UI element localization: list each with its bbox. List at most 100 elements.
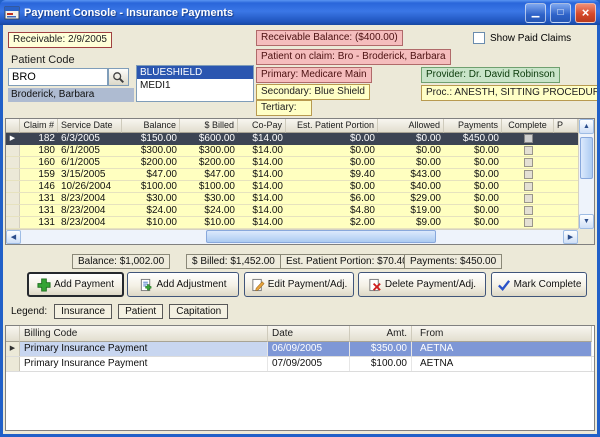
payment-row[interactable]: Primary Insurance Payment 06/09/2005 $35… <box>6 342 594 357</box>
cell-est-patient-portion: $0.00 <box>286 133 378 144</box>
cell-est-patient-portion: $4.80 <box>286 205 378 216</box>
app-icon[interactable] <box>4 5 20 21</box>
complete-checkbox[interactable] <box>524 170 533 179</box>
insurance-option[interactable]: MEDI1 <box>137 79 253 92</box>
cell-partial <box>554 205 578 216</box>
patient-code-input[interactable] <box>8 68 108 86</box>
cell-est-patient-portion: $2.00 <box>286 217 378 228</box>
claims-row[interactable]: 159 3/15/2005 $47.00 $47.00 $14.00 $9.40… <box>6 169 578 181</box>
cell-claim: 131 <box>20 193 58 204</box>
claims-row[interactable]: 131 8/23/2004 $24.00 $24.00 $14.00 $4.80… <box>6 205 578 217</box>
cell-allowed: $43.00 <box>378 169 444 180</box>
col-complete[interactable]: Complete <box>502 119 554 133</box>
col-copay[interactable]: Co-Pay <box>238 119 286 133</box>
cell-partial <box>554 217 578 228</box>
mark-complete-button[interactable]: Mark Complete <box>491 272 587 297</box>
title-bar[interactable]: Payment Console - Insurance Payments ▁ □… <box>0 0 600 25</box>
horizontal-scroll-thumb[interactable] <box>206 230 436 243</box>
col-billing-code[interactable]: Billing Code <box>20 326 268 342</box>
payment-row[interactable]: Primary Insurance Payment 07/09/2005 $10… <box>6 357 594 372</box>
provider-label: Provider: Dr. David Robinson <box>421 67 560 83</box>
horizontal-scroll-track[interactable] <box>21 230 563 244</box>
claims-row[interactable]: 160 6/1/2005 $200.00 $200.00 $14.00 $0.0… <box>6 157 578 169</box>
minimize-button[interactable]: ▁ <box>525 3 546 23</box>
claims-grid-header: Claim # Service Date Balance $ Billed Co… <box>6 119 578 133</box>
claims-grid-main: Claim # Service Date Balance $ Billed Co… <box>6 119 578 229</box>
delete-icon <box>368 278 382 292</box>
tertiary-insurance-label: Tertiary: <box>256 100 312 116</box>
complete-checkbox[interactable] <box>524 194 533 203</box>
cell-est-patient-portion: $0.00 <box>286 157 378 168</box>
insurance-option[interactable]: BLUESHIELD <box>137 66 253 79</box>
claims-horizontal-scrollbar[interactable]: ◀ ▶ <box>6 229 578 244</box>
legend-chip: Insurance <box>54 304 112 319</box>
claims-vertical-scrollbar[interactable]: ▲ ▼ <box>578 119 594 229</box>
cell-billed: $30.00 <box>180 193 238 204</box>
col-allowed[interactable]: Allowed <box>378 119 444 133</box>
complete-checkbox[interactable] <box>524 158 533 167</box>
scroll-up-button[interactable]: ▲ <box>579 119 594 134</box>
delete-payment-button[interactable]: Delete Payment/Adj. <box>358 272 486 297</box>
complete-checkbox[interactable] <box>524 218 533 227</box>
procedure-label: Proc.: ANESTH, SITTING PROCEDURE <box>421 85 597 101</box>
complete-checkbox[interactable] <box>524 146 533 155</box>
cell-allowed: $0.00 <box>378 145 444 156</box>
total-balance: Balance: $1,002.00 <box>72 254 170 269</box>
col-from[interactable]: From <box>412 326 592 342</box>
cell-billing-code: Primary Insurance Payment <box>20 342 268 356</box>
row-selector <box>6 181 20 192</box>
scroll-right-button[interactable]: ▶ <box>563 230 578 244</box>
cell-copay: $14.00 <box>238 169 286 180</box>
col-balance[interactable]: Balance <box>122 119 180 133</box>
show-paid-claims-checkbox[interactable] <box>473 32 485 44</box>
show-paid-claims[interactable]: Show Paid Claims <box>473 32 571 44</box>
patient-search-button[interactable] <box>108 68 129 86</box>
scroll-down-button[interactable]: ▼ <box>579 214 594 229</box>
add-payment-label: Add Payment <box>54 279 114 290</box>
cell-billed: $47.00 <box>180 169 238 180</box>
complete-checkbox[interactable] <box>524 182 533 191</box>
total-est-patient-portion: Est. Patient Portion: $70.40 <box>280 254 414 269</box>
complete-checkbox[interactable] <box>524 134 533 143</box>
cell-balance: $10.00 <box>122 217 180 228</box>
col-partial[interactable]: P <box>554 119 578 133</box>
claims-row[interactable]: 180 6/1/2005 $300.00 $300.00 $14.00 $0.0… <box>6 145 578 157</box>
add-adjustment-button[interactable]: Add Adjustment <box>127 272 239 297</box>
claims-row[interactable]: 131 8/23/2004 $10.00 $10.00 $14.00 $2.00… <box>6 217 578 229</box>
col-est-patient-portion[interactable]: Est. Patient Portion <box>286 119 378 133</box>
cell-allowed: $0.00 <box>378 133 444 144</box>
cell-allowed: $40.00 <box>378 181 444 192</box>
cell-from: AETNA <box>412 342 592 356</box>
vertical-scroll-track[interactable] <box>579 134 594 214</box>
close-button[interactable]: × <box>575 3 596 23</box>
payments-rows: Primary Insurance Payment 06/09/2005 $35… <box>6 342 594 372</box>
maximize-button[interactable]: □ <box>550 3 571 23</box>
cell-allowed: $19.00 <box>378 205 444 216</box>
vertical-scroll-thumb[interactable] <box>580 137 593 179</box>
cell-est-patient-portion: $9.40 <box>286 169 378 180</box>
cell-from: AETNA <box>412 357 592 371</box>
cell-claim: 160 <box>20 157 58 168</box>
col-date[interactable]: Date <box>268 326 350 342</box>
claims-row[interactable]: 131 8/23/2004 $30.00 $30.00 $14.00 $6.00… <box>6 193 578 205</box>
cell-copay: $14.00 <box>238 217 286 228</box>
complete-checkbox[interactable] <box>524 206 533 215</box>
cell-billed: $100.00 <box>180 181 238 192</box>
insurance-listbox[interactable]: BLUESHIELD MEDI1 <box>136 65 254 102</box>
claims-row[interactable]: 146 10/26/2004 $100.00 $100.00 $14.00 $0… <box>6 181 578 193</box>
col-claim[interactable]: Claim # <box>20 119 58 133</box>
legend-items: Insurance Patient Capitation <box>54 304 228 319</box>
add-payment-button[interactable]: Add Payment <box>27 272 124 297</box>
col-service-date[interactable]: Service Date <box>58 119 122 133</box>
col-billed[interactable]: $ Billed <box>180 119 238 133</box>
cell-claim: 159 <box>20 169 58 180</box>
scroll-left-button[interactable]: ◀ <box>6 230 21 244</box>
claims-row[interactable]: 182 6/3/2005 $150.00 $600.00 $14.00 $0.0… <box>6 133 578 145</box>
show-paid-claims-label: Show Paid Claims <box>490 33 571 44</box>
col-payments[interactable]: Payments <box>444 119 502 133</box>
add-payment-icon <box>37 278 51 292</box>
edit-payment-button[interactable]: Edit Payment/Adj. <box>244 272 354 297</box>
cell-balance: $300.00 <box>122 145 180 156</box>
payments-header-selector-cell <box>6 326 20 342</box>
col-amount[interactable]: Amt. <box>350 326 412 342</box>
